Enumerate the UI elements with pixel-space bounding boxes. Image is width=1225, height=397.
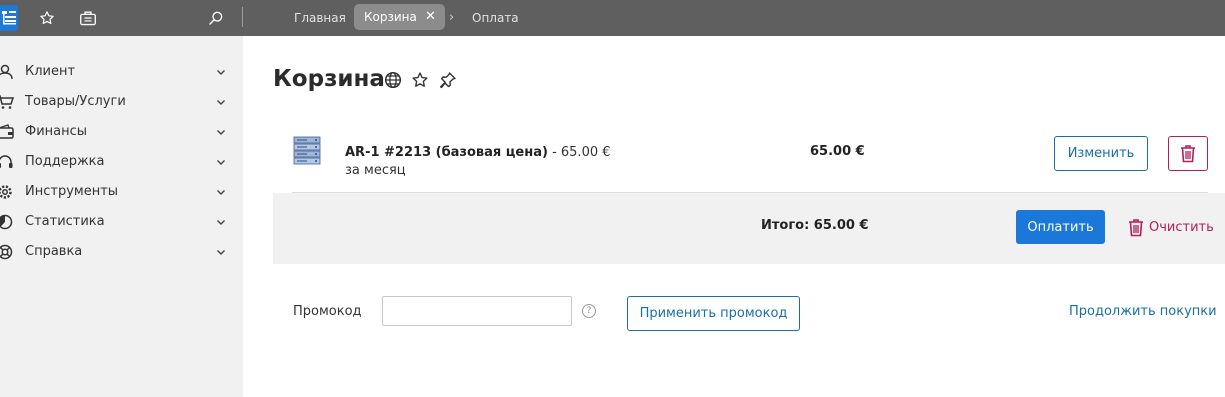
headset-icon — [0, 155, 13, 168]
trash-icon — [1129, 219, 1143, 237]
chevron-down-icon — [217, 70, 225, 75]
breadcrumb-home[interactable]: Главная — [294, 0, 346, 36]
cart-item-title: AR-1 #2213 (базовая цена) — [345, 145, 548, 160]
sidebar-item-help[interactable]: Справка — [0, 237, 243, 267]
help-icon[interactable]: ? — [582, 304, 596, 318]
chevron-down-icon — [217, 220, 225, 225]
chevron-down-icon — [217, 190, 225, 195]
cart-total: Итого: 65.00 € — [761, 218, 869, 233]
page-title: Корзина — [273, 66, 385, 92]
sidebar-item-finance[interactable]: Финансы — [0, 117, 243, 147]
briefcase-icon[interactable] — [77, 7, 99, 29]
gear-icon — [0, 185, 12, 199]
chevron-down-icon — [217, 100, 225, 105]
clear-cart-button[interactable]: Очистить — [1128, 218, 1214, 237]
sidebar-item-label: Клиент — [25, 64, 76, 79]
chevron-down-icon — [217, 130, 225, 135]
lifebuoy-icon — [0, 244, 13, 260]
divider — [242, 7, 243, 27]
sidebar-item-client[interactable]: Клиент — [0, 57, 243, 87]
sidebar-item-label: Товары/Услуги — [25, 94, 126, 109]
sidebar-item-label: Статистика — [25, 214, 105, 229]
apply-promo-button[interactable]: Применить промокод — [627, 296, 800, 331]
breadcrumb-cart-tab[interactable]: Корзина ✕ — [354, 4, 445, 30]
cart-item-name: AR-1 #2213 (базовая цена) - 65.00 € за м… — [345, 144, 615, 180]
logo-icon[interactable] — [0, 5, 18, 31]
promo-input[interactable] — [382, 296, 572, 326]
breadcrumb-cart-label: Корзина — [364, 10, 417, 24]
trash-icon — [1181, 145, 1195, 163]
clear-cart-label: Очистить — [1149, 220, 1214, 235]
continue-shopping-link[interactable]: Продолжить покупки — [1069, 304, 1217, 319]
sidebar-item-support[interactable]: Поддержка — [0, 147, 243, 177]
sidebar-item-label: Поддержка — [25, 154, 105, 169]
sidebar-item-statistics[interactable]: Статистика — [0, 207, 243, 237]
sidebar-item-label: Справка — [25, 244, 83, 259]
top-bar: Главная Корзина ✕ › Оплата — [0, 0, 1225, 36]
chevron-down-icon — [217, 250, 225, 255]
search-icon[interactable] — [205, 7, 227, 29]
star-icon[interactable] — [411, 71, 429, 89]
close-icon[interactable]: ✕ — [425, 4, 436, 30]
sidebar-item-label: Инструменты — [25, 184, 119, 199]
cart-icon — [0, 95, 14, 109]
pin-icon[interactable] — [439, 71, 457, 89]
delete-button[interactable] — [1168, 136, 1208, 171]
user-icon — [0, 64, 13, 80]
wallet-icon — [0, 124, 14, 139]
star-icon[interactable] — [36, 7, 58, 29]
breadcrumb-payment[interactable]: Оплата — [472, 0, 519, 36]
sidebar: Клиент Товары/Услуги Финансы Поддержка И… — [0, 36, 243, 397]
globe-icon[interactable] — [384, 71, 402, 89]
edit-button[interactable]: Изменить — [1054, 136, 1148, 171]
chevron-down-icon — [217, 160, 225, 165]
sidebar-item-label: Финансы — [25, 124, 88, 139]
cart-item-price: 65.00 € — [810, 144, 865, 159]
breadcrumb-separator-icon: › — [449, 10, 455, 25]
sidebar-item-tools[interactable]: Инструменты — [0, 177, 243, 207]
pie-chart-icon — [0, 214, 13, 230]
promo-label: Промокод — [293, 304, 362, 319]
server-icon — [293, 136, 321, 165]
pay-button[interactable]: Оплатить — [1016, 210, 1105, 244]
sidebar-item-products[interactable]: Товары/Услуги — [0, 87, 243, 117]
